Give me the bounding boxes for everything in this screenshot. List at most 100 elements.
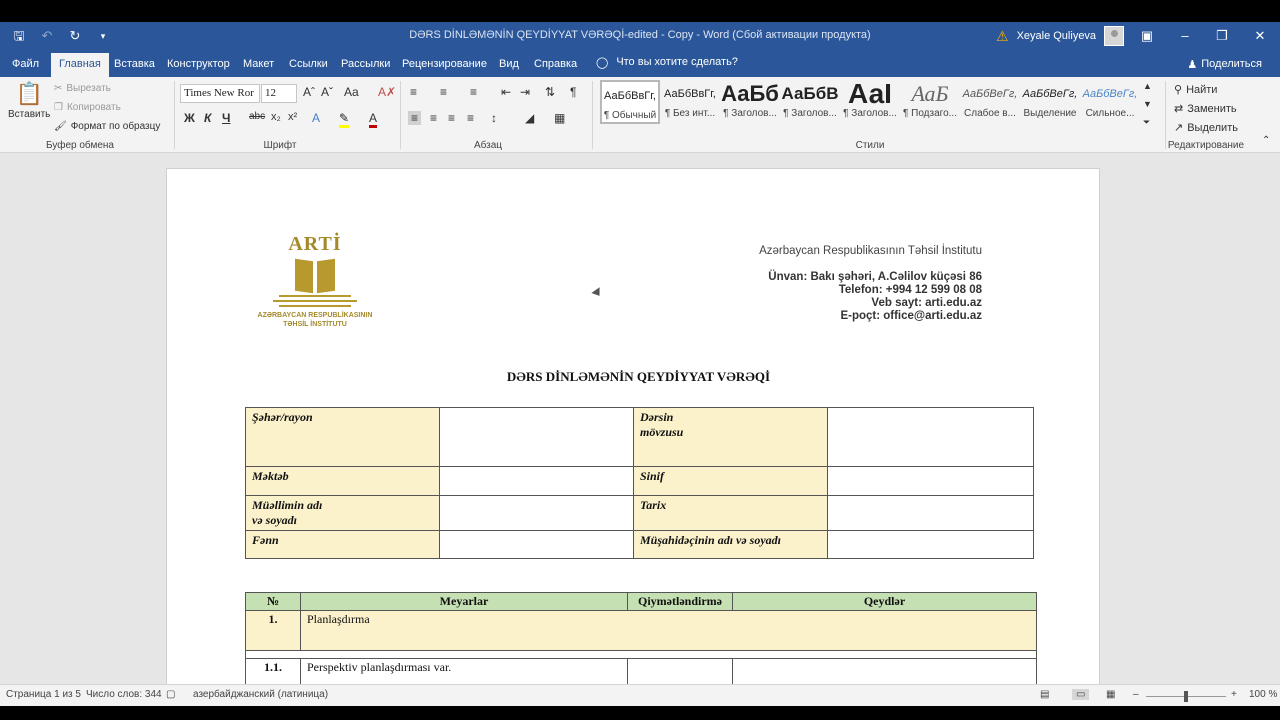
style-emphasis[interactable]: АаБбВеГг, Выделение: [1020, 80, 1080, 124]
word-count[interactable]: Число слов: 344: [86, 689, 162, 700]
replace-button[interactable]: ⇄ Заменить: [1174, 102, 1237, 116]
bullets-icon[interactable]: ≡: [410, 85, 417, 99]
tab-mailings[interactable]: Рассылки: [341, 55, 390, 77]
justify-icon[interactable]: ≡: [467, 111, 474, 125]
school-value-cell[interactable]: [439, 466, 634, 496]
zoom-slider-thumb[interactable]: [1184, 691, 1188, 702]
topic-label: Dərsin mövzusu: [633, 407, 828, 467]
tab-insert[interactable]: Вставка: [114, 55, 155, 77]
topic-value-cell[interactable]: [827, 407, 1034, 467]
borders-icon[interactable]: ▦: [554, 111, 565, 125]
tab-design[interactable]: Конструктор: [167, 55, 230, 77]
superscript-icon[interactable]: x²: [288, 111, 297, 123]
class-value-cell[interactable]: [827, 466, 1034, 496]
tab-file[interactable]: Файл: [12, 55, 39, 77]
account-area[interactable]: ⚠ Xeyale Quliyeva: [996, 26, 1125, 46]
teacher-value-cell[interactable]: [439, 495, 634, 531]
tell-me-search[interactable]: ◯ Что вы хотите сделать?: [596, 56, 738, 69]
shading-icon[interactable]: ◢: [525, 111, 534, 125]
increase-indent-icon[interactable]: ⇥: [520, 85, 530, 99]
language-indicator[interactable]: азербайджанский (латиница): [193, 689, 328, 700]
styles-scroll-up-icon[interactable]: ▲: [1143, 81, 1152, 91]
underline-icon[interactable]: Ч: [222, 111, 230, 125]
collapse-ribbon-icon[interactable]: ⌃: [1262, 135, 1270, 146]
shrink-font-icon[interactable]: Aˇ: [321, 85, 333, 99]
subscript-icon[interactable]: x₂: [271, 111, 281, 123]
row-evaluation-cell[interactable]: [627, 658, 733, 686]
multilevel-list-icon[interactable]: ≡: [470, 85, 477, 99]
font-color-icon[interactable]: A: [369, 111, 378, 128]
user-name[interactable]: Xeyale Quliyeva: [1017, 30, 1097, 42]
style-intense-emphasis[interactable]: АаБбВеГг, Сильное...: [1080, 80, 1140, 124]
proofing-icon[interactable]: ▢: [166, 689, 175, 700]
print-layout-icon[interactable]: ▭: [1072, 689, 1090, 700]
share-button[interactable]: ♟ Поделиться: [1187, 58, 1262, 71]
city-value-cell[interactable]: [439, 407, 634, 467]
select-button[interactable]: ↗ Выделить: [1174, 121, 1238, 135]
align-center-icon[interactable]: ≡: [430, 111, 437, 125]
zoom-level[interactable]: 100 %: [1249, 689, 1277, 700]
sort-icon[interactable]: ⇅: [545, 85, 555, 99]
document-area[interactable]: ARTİ AZƏRBAYCAN RESPUBLİKASININ TƏHSİL İ…: [0, 153, 1280, 686]
styles-scroll-down-icon[interactable]: ▼: [1143, 99, 1152, 109]
style-heading-2[interactable]: АаБбВ ¶ Заголов...: [780, 80, 840, 124]
styles-more-icon[interactable]: ⏷: [1143, 117, 1150, 128]
page-counter[interactable]: Страница 1 из 5: [6, 689, 81, 700]
font-name-select[interactable]: Times New Ror: [180, 84, 260, 103]
save-icon[interactable]: 🖫: [10, 27, 28, 45]
tab-view[interactable]: Вид: [499, 55, 519, 77]
paste-button[interactable]: 📋 Вставить: [8, 81, 50, 120]
close-button[interactable]: ✕: [1249, 25, 1271, 47]
tab-references[interactable]: Ссылки: [289, 55, 328, 77]
style-no-spacing[interactable]: АаБбВвГг, ¶ Без инт...: [660, 80, 720, 124]
style-subtle-emphasis[interactable]: АаБбВеГг, Слабое в...: [960, 80, 1020, 124]
date-value-cell[interactable]: [827, 495, 1034, 531]
find-button[interactable]: ⚲ Найти: [1174, 83, 1217, 97]
zoom-out-icon[interactable]: –: [1133, 689, 1139, 700]
ribbon-display-options-icon[interactable]: ▣: [1136, 25, 1158, 47]
style-heading-1[interactable]: АаБб ¶ Заголов...: [720, 80, 780, 124]
font-size-select[interactable]: 12: [261, 84, 297, 103]
warning-icon[interactable]: ⚠: [996, 28, 1009, 45]
numbering-icon[interactable]: ≡: [440, 85, 447, 99]
minimize-button[interactable]: –: [1174, 25, 1196, 47]
row-number: 1.1.: [245, 658, 301, 686]
document-page[interactable]: ARTİ AZƏRBAYCAN RESPUBLİKASININ TƏHSİL İ…: [166, 168, 1100, 686]
align-left-icon[interactable]: ≡: [408, 111, 422, 125]
zoom-in-icon[interactable]: +: [1231, 689, 1237, 700]
show-marks-icon[interactable]: ¶: [570, 85, 576, 99]
strikethrough-icon[interactable]: abc: [249, 111, 265, 122]
change-case-icon[interactable]: Aa: [344, 85, 359, 99]
align-right-icon[interactable]: ≡: [448, 111, 455, 125]
style-subtitle[interactable]: АаБ ¶ Подзаго...: [900, 80, 960, 124]
row-notes-cell[interactable]: [732, 658, 1037, 686]
redo-icon[interactable]: ↻: [66, 27, 84, 45]
tab-layout[interactable]: Макет: [243, 55, 274, 77]
text-effects-icon[interactable]: A: [312, 111, 320, 125]
tab-review[interactable]: Рецензирование: [402, 55, 487, 77]
decrease-indent-icon[interactable]: ⇤: [501, 85, 511, 99]
style-heading-3[interactable]: АаI ¶ Заголов...: [840, 80, 900, 124]
restore-button[interactable]: ❐: [1211, 25, 1233, 47]
bold-icon[interactable]: Ж: [184, 111, 195, 125]
clear-formatting-icon[interactable]: A✗: [378, 85, 396, 99]
avatar[interactable]: [1104, 26, 1125, 46]
customize-qat-icon[interactable]: ▾: [94, 27, 112, 45]
web-layout-icon[interactable]: ▦: [1106, 689, 1115, 700]
copy-button[interactable]: ❐ Копировать: [54, 102, 121, 113]
style-normal[interactable]: АаБбВвГг, ¶ Обычный: [600, 80, 660, 124]
document-title: DƏRS DİNLƏMƏNİN QEYDİYYAT VƏRƏQİ-edited …: [409, 29, 871, 41]
read-mode-icon[interactable]: ▤: [1040, 689, 1049, 700]
observer-value-cell[interactable]: [827, 530, 1034, 559]
highlight-icon[interactable]: ✎: [339, 111, 350, 128]
subject-value-cell[interactable]: [439, 530, 634, 559]
cut-button[interactable]: ✂ Вырезать: [54, 83, 111, 94]
paste-label: Вставить: [8, 109, 51, 120]
italic-icon[interactable]: К: [204, 111, 211, 125]
line-spacing-icon[interactable]: ↕: [491, 111, 497, 125]
tab-home[interactable]: Главная: [51, 53, 109, 77]
grow-font-icon[interactable]: Aˆ: [303, 85, 315, 99]
tab-help[interactable]: Справка: [534, 55, 577, 77]
undo-icon[interactable]: ↶: [38, 27, 56, 45]
format-painter-button[interactable]: 🖌 Формат по образцу: [54, 121, 160, 132]
